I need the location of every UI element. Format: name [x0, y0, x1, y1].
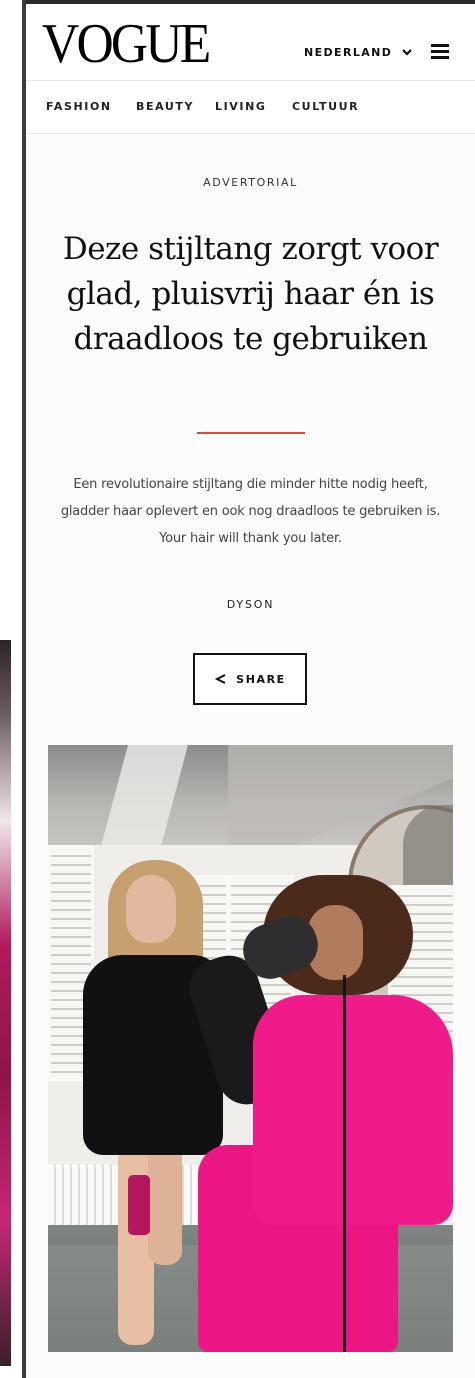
region-label: NEDERLAND	[304, 45, 393, 59]
share-label: SHARE	[236, 672, 286, 686]
nav-item-fashion[interactable]: FASHION	[46, 100, 112, 113]
region-selector[interactable]: NEDERLAND	[304, 42, 414, 62]
nav-item-living[interactable]: LIVING	[215, 100, 267, 113]
background-page-edge	[0, 0, 22, 1378]
hamburger-menu-icon[interactable]	[430, 42, 450, 60]
vogue-logo[interactable]: VOGUE	[42, 14, 211, 74]
site-header: VOGUE NEDERLAND	[26, 4, 475, 81]
share-button[interactable]: SHARE	[193, 653, 307, 705]
article-category: ADVERTORIAL	[203, 176, 298, 189]
article-dek: Een revolutionaire stijltang die minder …	[60, 477, 441, 546]
main-navigation: FASHION BEAUTY LIVING CULTUUR	[26, 81, 475, 134]
accent-divider	[197, 432, 305, 434]
background-photo-fragment	[0, 640, 11, 1366]
mobile-page: VOGUE NEDERLAND FASHION BEAUTY LIVING CU…	[26, 0, 475, 1378]
nav-item-cultuur[interactable]: CULTUUR	[292, 100, 359, 113]
article-byline[interactable]: DYSON	[26, 598, 475, 611]
chevron-down-icon	[402, 49, 413, 56]
share-icon	[214, 674, 226, 684]
hero-image	[48, 745, 453, 1352]
article-headline: Deze stijltang zorgt voor glad, pluisvri…	[62, 231, 439, 357]
nav-item-beauty[interactable]: BEAUTY	[136, 100, 194, 113]
